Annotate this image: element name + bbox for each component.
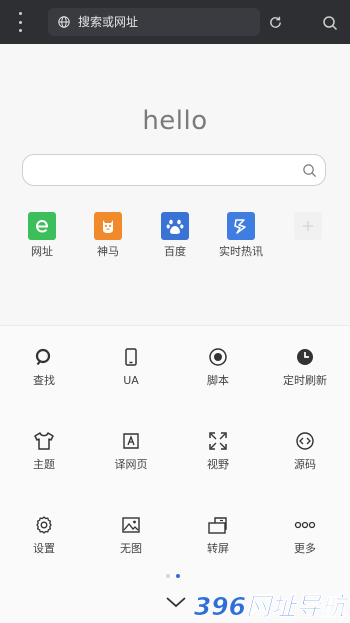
watermark-logo: 396网址导航: [194, 592, 350, 622]
tool-label: 更多: [294, 542, 316, 555]
shortcut-baidu[interactable]: 百度: [145, 212, 205, 258]
tool-translate[interactable]: 译网页: [91, 430, 171, 476]
watermark-text: 396网址导航: [194, 592, 350, 621]
tool-more[interactable]: 更多: [265, 514, 345, 560]
tool-theme[interactable]: 主题: [4, 430, 84, 476]
shenma-icon: [94, 212, 122, 240]
translate-icon: [120, 430, 142, 452]
rotate-screen-icon: [207, 514, 229, 536]
refresh-icon[interactable]: [268, 15, 283, 30]
search-icon[interactable]: [322, 15, 338, 31]
clock-icon: [294, 346, 316, 368]
tool-label: 查找: [33, 374, 55, 387]
gear-icon: [33, 514, 55, 536]
tool-label: 源码: [294, 458, 316, 471]
tool-label: UA: [123, 374, 139, 387]
flash-icon: [227, 212, 255, 240]
tool-label: 视野: [207, 458, 229, 471]
e-icon: [28, 212, 56, 240]
tool-find[interactable]: 查找: [4, 346, 84, 392]
search-icon: [33, 346, 55, 368]
tool-label: 译网页: [114, 458, 148, 471]
tool-label: 主题: [33, 458, 55, 471]
tool-label: 设置: [33, 542, 55, 555]
tool-label: 无图: [120, 542, 142, 555]
page-dot: [166, 574, 170, 578]
tool-label: 定时刷新: [283, 374, 327, 387]
shortcut-hot-news[interactable]: 实时热讯: [211, 212, 271, 258]
top-bar: 搜索或网址: [0, 0, 350, 44]
tool-view[interactable]: 视野: [178, 430, 258, 476]
tool-source[interactable]: 源码: [265, 430, 345, 476]
add-shortcut-button[interactable]: [278, 212, 338, 258]
tool-auto-refresh[interactable]: 定时刷新: [265, 346, 345, 392]
home-search-icon[interactable]: [302, 163, 317, 178]
shortcut-shenma[interactable]: 神马: [78, 212, 138, 258]
address-placeholder[interactable]: 搜索或网址: [78, 14, 138, 30]
shortcut-wangzhi[interactable]: 网址: [12, 212, 72, 258]
plus-icon: [294, 212, 322, 240]
shortcut-label: 神马: [97, 245, 119, 258]
tool-ua[interactable]: UA: [91, 346, 171, 392]
globe-icon: [58, 16, 70, 28]
shortcut-label: 实时热讯: [219, 245, 263, 258]
home-logo-text: hello: [142, 106, 208, 136]
phone-icon: [120, 346, 142, 368]
tool-label: 转屏: [207, 542, 229, 555]
menu-icon[interactable]: [14, 12, 26, 32]
image-icon: [120, 514, 142, 536]
tool-label: 脚本: [207, 374, 229, 387]
tool-script[interactable]: 脚本: [178, 346, 258, 392]
home-search-input[interactable]: [22, 154, 326, 186]
page-dot-active: [176, 574, 180, 578]
baidu-paw-icon: [161, 212, 189, 240]
shortcut-label: 网址: [31, 245, 53, 258]
tool-settings[interactable]: 设置: [4, 514, 84, 560]
page-indicator: [166, 574, 180, 578]
more-dots-icon: [294, 514, 316, 536]
shirt-icon: [33, 430, 55, 452]
tool-no-image[interactable]: 无图: [91, 514, 171, 560]
record-icon: [207, 346, 229, 368]
code-icon: [294, 430, 316, 452]
tool-rotate[interactable]: 转屏: [178, 514, 258, 560]
fullscreen-icon: [207, 430, 229, 452]
shortcut-label: 百度: [164, 245, 186, 258]
